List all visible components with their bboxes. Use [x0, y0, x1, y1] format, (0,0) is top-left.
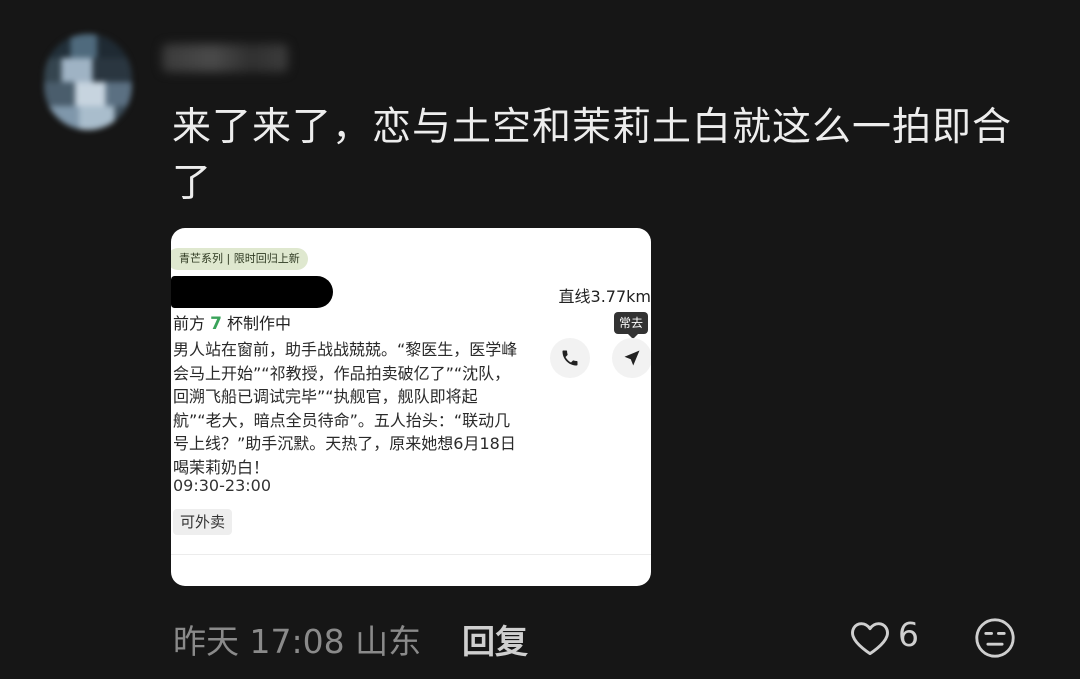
- navigate-button[interactable]: [612, 338, 651, 378]
- series-tag: 青芒系列 | 限时回归上新: [171, 248, 308, 270]
- divider: [171, 554, 651, 555]
- comment-image-card[interactable]: 青芒系列 | 限时回归上新 直线3.77km 前方 7 杯制作中 男人站在窗前，…: [171, 228, 651, 586]
- comment-meta: 昨天 17:08 山东: [173, 622, 422, 661]
- emoji-face-icon[interactable]: [972, 615, 1018, 661]
- queue-number: 7: [210, 314, 222, 334]
- queue-status: 前方 7 杯制作中: [173, 310, 291, 334]
- store-name-redacted: [171, 276, 333, 308]
- queue-suffix: 杯制作中: [227, 314, 292, 333]
- comment-text: 来了来了，恋与土空和茉莉土白就这么一拍即合了: [172, 105, 1013, 206]
- call-button[interactable]: [550, 338, 590, 378]
- comment-item: 来了来了，恋与土空和茉莉土白就这么一拍即合了 青芒系列 | 限时回归上新 直线3…: [0, 0, 1080, 679]
- reply-button[interactable]: 回复: [462, 615, 528, 663]
- distance-label: 直线3.77km: [558, 287, 651, 306]
- username-redacted[interactable]: [162, 44, 288, 72]
- navigation-arrow-icon: [624, 350, 640, 366]
- opening-hours: 09:30-23:00: [173, 476, 271, 495]
- like-count: 6: [898, 615, 919, 654]
- frequent-tooltip: 常去: [614, 312, 649, 339]
- store-description: 男人站在窗前，助手战战兢兢。“黎医生，医学峰会马上开始”“祁教授，作品拍卖破亿了…: [173, 340, 518, 477]
- queue-prefix: 前方: [173, 314, 206, 333]
- heart-outline-icon[interactable]: [848, 616, 892, 660]
- takeout-badge: 可外卖: [173, 509, 233, 535]
- phone-icon: [562, 350, 578, 366]
- avatar[interactable]: [44, 34, 132, 130]
